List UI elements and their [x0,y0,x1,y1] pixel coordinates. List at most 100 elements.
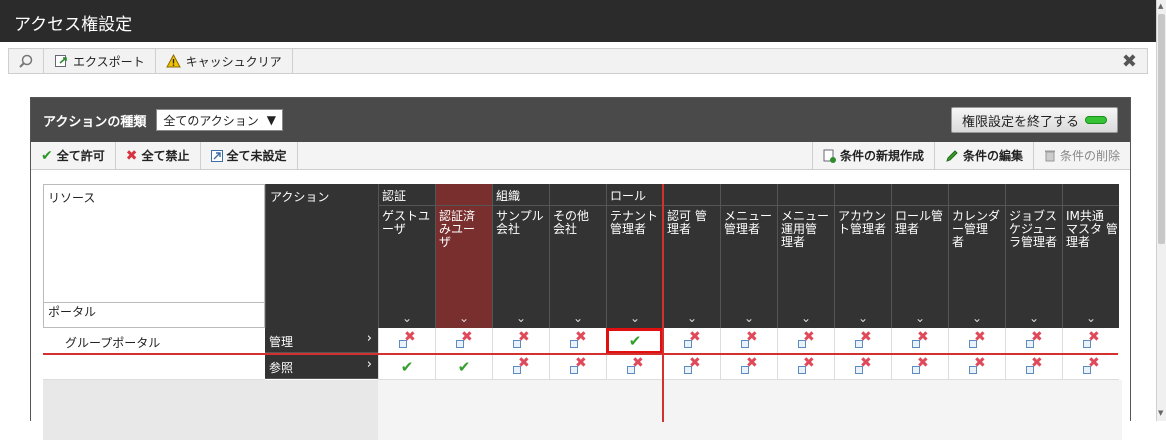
permission-cell[interactable]: ✖ [492,354,549,380]
cache-clear-button[interactable]: キャッシュクリア [156,49,293,73]
permission-cell[interactable]: ✖ [549,328,606,354]
column-group-label [949,184,1005,206]
denied-icon: ✖ [513,329,530,348]
column-name: メニュー 管理者 [724,209,773,236]
permission-cell[interactable]: ✖ [777,354,834,380]
column-name: ジョブス ケジュー ラ管理者 [1009,209,1058,249]
vertical-scrollbar[interactable]: ▲ ▼ [1156,0,1166,421]
permission-cell[interactable]: ✖ [891,354,948,380]
column-header[interactable]: ロール管 理者 ⌄ [891,184,948,328]
chevron-down-icon[interactable]: ⌄ [1063,311,1119,325]
action-type-value: 全てのアクション [163,113,259,128]
chevron-right-icon: › [366,357,372,372]
permission-cell[interactable]: ✖ [663,328,720,354]
chevron-down-icon[interactable]: ⌄ [379,311,435,325]
highlight-box [606,328,663,354]
permission-cell[interactable]: ✖ [1062,354,1119,380]
action-type-label: アクションの種類 [43,114,147,130]
search-button[interactable] [9,49,44,73]
column-header[interactable]: ロール テナント 管理者 ⌄ [606,184,663,328]
column-header[interactable]: カレンダ ー管理 者 ⌄ [948,184,1005,328]
permission-cell[interactable]: ✖ [435,328,492,354]
permission-cell[interactable]: ✖ [549,354,606,380]
permission-cell[interactable]: ✔ [378,354,435,380]
permission-cell[interactable]: ✖ [948,328,1005,354]
column-name: その他 会社 [553,209,590,236]
column-group-label [436,184,492,206]
column-header[interactable]: 認可 管 理者 ⌄ [663,184,720,328]
chevron-down-icon[interactable]: ⌄ [835,311,891,325]
deny-all-button[interactable]: ✖ 全て禁止 [116,142,201,169]
column-header[interactable]: 認証済 みユー ザ ⌄ [435,184,492,328]
unset-all-button[interactable]: 全て未設定 [201,142,298,169]
action-type-select[interactable]: 全てのアクション ▼ [156,109,283,131]
denied-icon: ✖ [1026,329,1043,348]
action-header-label: アクション [270,190,330,204]
column-header[interactable]: その他 会社 ⌄ [549,184,606,328]
end-permission-setting-button[interactable]: 権限設定を終了する [950,107,1118,133]
new-condition-button[interactable]: 条件の新規作成 [811,142,934,169]
permission-cell[interactable]: ✖ [720,354,777,380]
chevron-down-icon[interactable]: ⌄ [721,311,777,325]
chevron-down-icon[interactable]: ⌄ [1006,311,1062,325]
scroll-thumb[interactable] [1158,14,1165,244]
permission-cell[interactable]: ✖ [777,328,834,354]
permission-cell[interactable]: ✖ [1005,328,1062,354]
chevron-down-icon[interactable]: ⌄ [550,311,606,325]
permission-cell[interactable]: ✖ [720,328,777,354]
cache-clear-label: キャッシュクリア [185,54,282,69]
denied-icon: ✖ [684,329,701,348]
chevron-down-icon[interactable]: ⌄ [664,311,720,325]
permission-cell[interactable]: ✖ [663,354,720,380]
allow-all-button[interactable]: ✔ 全て許可 [31,142,116,169]
column-header[interactable]: メニュー 管理者 ⌄ [720,184,777,328]
denied-icon: ✖ [513,355,530,374]
export-button[interactable]: エクスポート [44,49,156,73]
chevron-down-icon[interactable]: ⌄ [436,311,492,325]
permission-cell[interactable]: ✖ [1062,328,1119,354]
permission-cell[interactable]: ✔ [435,354,492,380]
column-name: メニュー 運用管 理者 [781,209,830,249]
column-group-label [778,184,834,206]
action-cell[interactable]: 管理 › [265,328,378,353]
permission-cell[interactable]: ✖ [1005,354,1062,380]
delete-condition-button[interactable]: 条件の削除 [1032,142,1130,169]
column-name: 認証済 みユー ザ [439,209,476,249]
permission-cell[interactable]: ✖ [378,328,435,354]
chevron-down-icon[interactable]: ⌄ [892,311,948,325]
column-group-label [1063,184,1119,206]
denied-icon: ✖ [570,329,587,348]
edit-condition-button[interactable]: 条件の編集 [933,142,1033,169]
window-title: アクセス権設定 [0,0,1156,42]
permission-cell[interactable]: ✖ [834,354,891,380]
denied-icon: ✖ [798,355,815,374]
resource-cell[interactable] [43,354,265,380]
column-name: 認可 管 理者 [667,209,707,236]
permission-cell[interactable]: ✖ [948,354,1005,380]
empty-area-right [378,380,1122,440]
column-header[interactable]: アカウン ト管理者 ⌄ [834,184,891,328]
column-header[interactable]: IM共通 マスタ 管 理者 ⌄ [1062,184,1119,328]
column-group-label [721,184,777,206]
permission-cell[interactable]: ✖ [891,328,948,354]
chevron-down-icon[interactable]: ⌄ [949,311,1005,325]
column-header[interactable]: メニュー 運用管 理者 ⌄ [777,184,834,328]
action-cell[interactable]: 参照 › [265,354,378,379]
permission-cell[interactable]: ✖ [834,328,891,354]
denied-icon: ✖ [969,355,986,374]
column-header[interactable]: 組織 サンプル 会社 ⌄ [492,184,549,328]
permission-cell[interactable]: ✖ [606,354,663,380]
column-name: アカウン ト管理者 [838,209,887,236]
column-header[interactable]: 認証 ゲストユ ーザ ⌄ [378,184,435,328]
scroll-down-icon[interactable]: ▼ [1158,409,1163,417]
chevron-down-icon[interactable]: ⌄ [607,311,663,325]
search-icon [19,54,33,68]
chevron-down-icon[interactable]: ⌄ [493,311,549,325]
scroll-up-icon[interactable]: ▲ [1158,2,1163,10]
chevron-down-icon[interactable]: ⌄ [778,311,834,325]
resource-cell[interactable]: グループポータル [43,328,265,354]
close-icon[interactable]: ✖ [1112,51,1147,72]
resource-header: リソース ポータル [43,184,265,328]
permission-cell[interactable]: ✖ [492,328,549,354]
column-header[interactable]: ジョブス ケジュー ラ管理者 ⌄ [1005,184,1062,328]
